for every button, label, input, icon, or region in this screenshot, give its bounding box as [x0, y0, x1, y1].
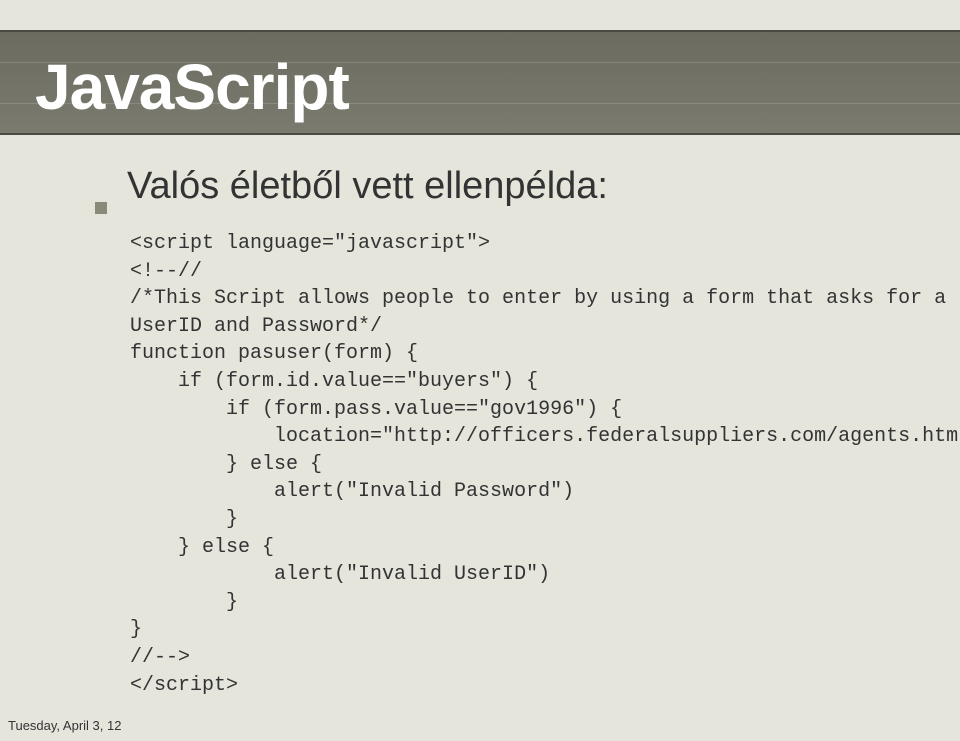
code-line: //--> — [130, 646, 190, 669]
code-line: location="http://officers.federalsupplie… — [130, 425, 960, 448]
content-area: Valós életből vett ellenpélda: <script l… — [95, 165, 920, 699]
code-line: } else { — [130, 453, 322, 476]
slide-title: JavaScript — [35, 50, 349, 124]
code-line: <script language="javascript"> — [130, 232, 490, 255]
bullet-text: Valós életből vett ellenpélda: — [127, 165, 608, 208]
code-line: alert("Invalid Password") — [130, 480, 574, 503]
bullet-item: Valós életből vett ellenpélda: — [95, 165, 920, 208]
code-line: <!--// — [130, 260, 202, 283]
code-block: <script language="javascript"> <!--// /*… — [130, 230, 920, 699]
footer-date: Tuesday, April 3, 12 — [8, 718, 121, 733]
code-line: </script> — [130, 674, 238, 697]
code-line: } — [130, 508, 238, 531]
code-line: if (form.pass.value=="gov1996") { — [130, 398, 622, 421]
code-line: UserID and Password*/ — [130, 315, 382, 338]
code-line: } else { — [130, 536, 274, 559]
code-line: if (form.id.value=="buyers") { — [130, 370, 538, 393]
code-line: } — [130, 618, 142, 641]
square-bullet-icon — [95, 202, 107, 214]
code-line: function pasuser(form) { — [130, 342, 418, 365]
code-line: /*This Script allows people to enter by … — [130, 287, 946, 310]
title-bar: JavaScript — [0, 30, 960, 135]
code-line: alert("Invalid UserID") — [130, 563, 550, 586]
code-line: } — [130, 591, 238, 614]
slide: JavaScript Valós életből vett ellenpélda… — [0, 0, 960, 741]
